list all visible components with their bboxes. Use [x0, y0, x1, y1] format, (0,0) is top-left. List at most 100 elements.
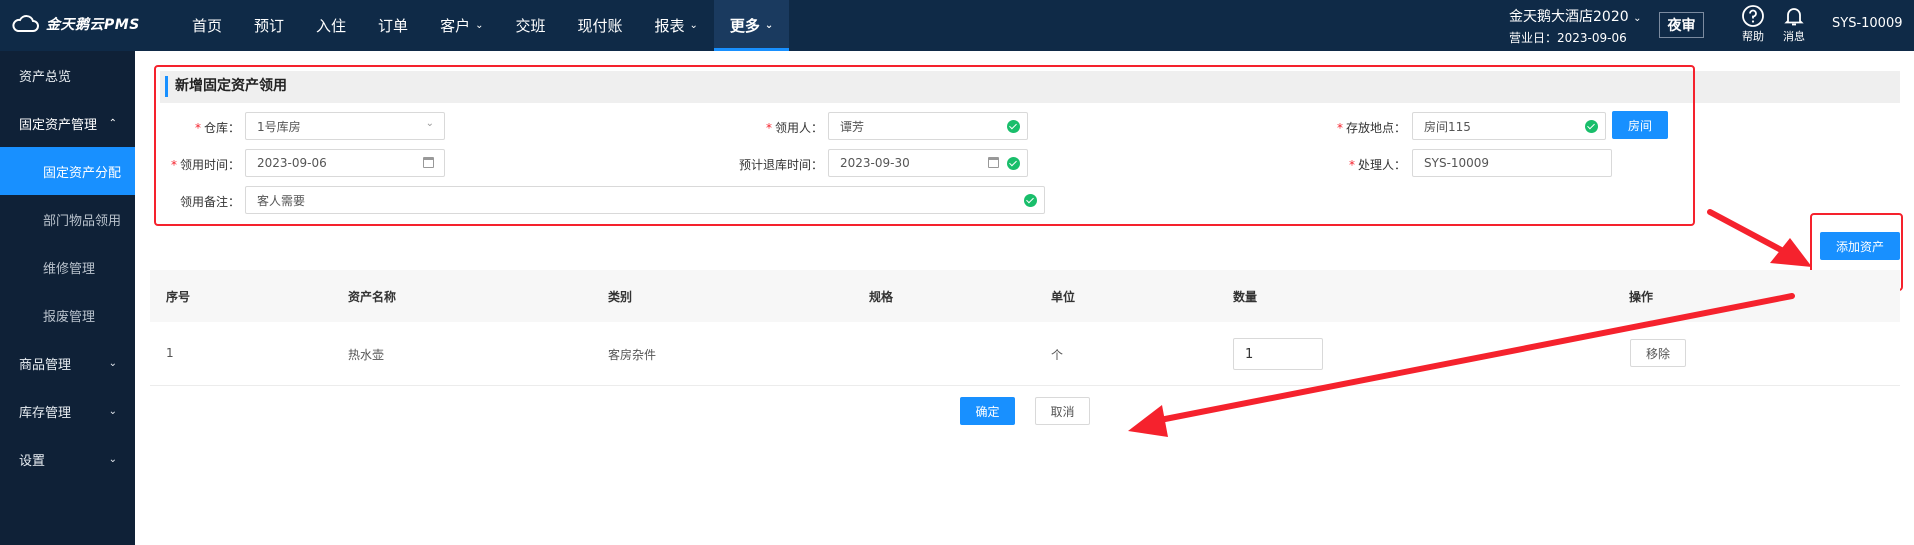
- add-asset-button[interactable]: 添加资产: [1820, 232, 1900, 260]
- location-label: * 存放地点：: [1318, 119, 1406, 136]
- warehouse-select[interactable]: 1号库房 ⌄: [245, 112, 445, 140]
- sidebar-item-scrap[interactable]: 报废管理: [0, 291, 135, 339]
- sidebar-item-inventory[interactable]: 库存管理 ⌄: [0, 387, 135, 435]
- row-divider: [150, 385, 1900, 386]
- required-mark: *: [170, 158, 177, 172]
- cancel-button[interactable]: 取消: [1035, 397, 1090, 425]
- night-audit-button[interactable]: 夜审: [1659, 12, 1704, 38]
- check-circle-icon: [1007, 157, 1020, 170]
- required-mark: *: [194, 121, 201, 135]
- location-label-text: 存放地点：: [1345, 121, 1406, 135]
- cell-category: 客房杂件: [608, 348, 657, 362]
- handler-input[interactable]: SYS-10009: [1412, 149, 1612, 177]
- sidebar-item-asset-allocation[interactable]: 固定资产分配: [0, 147, 135, 195]
- logo[interactable]: 金天鹅云PMS: [10, 14, 140, 34]
- chevron-down-icon: ⌄: [1633, 13, 1642, 24]
- nav-cash-account[interactable]: 现付账: [561, 0, 638, 51]
- sidebar-item-label: 设置: [19, 453, 46, 469]
- remark-label-text: 领用备注：: [179, 195, 240, 209]
- help-button[interactable]: 帮助: [1741, 4, 1765, 44]
- col-quantity: 数量: [1233, 290, 1258, 304]
- cell-asset-name: 热水壶: [348, 348, 385, 362]
- sidebar-item-asset-overview[interactable]: 资产总览: [0, 51, 135, 99]
- location-input[interactable]: 房间115: [1412, 112, 1606, 140]
- sidebar-item-maintenance[interactable]: 维修管理: [0, 243, 135, 291]
- sidebar: 资产总览 固定资产管理 ⌃ 固定资产分配 部门物品领用 维修管理 报废管理 商品管…: [0, 51, 135, 545]
- handler-value: SYS-10009: [1424, 156, 1490, 170]
- hotel-name-text: 金天鹅大酒店2020: [1509, 9, 1629, 25]
- user-menu[interactable]: SYS-10009: [1832, 16, 1903, 31]
- col-spec: 规格: [869, 290, 894, 304]
- room-select-button[interactable]: 房间: [1612, 111, 1668, 139]
- nav-label: 首页: [192, 17, 223, 35]
- chevron-down-icon: ⌄: [475, 20, 484, 31]
- col-category: 类别: [608, 290, 633, 304]
- quantity-input[interactable]: 1: [1233, 338, 1323, 370]
- chevron-down-icon: ⌄: [108, 357, 117, 369]
- return-time-picker[interactable]: 2023-09-30: [828, 149, 1028, 177]
- hotel-name: 金天鹅大酒店2020 ⌄: [1509, 6, 1641, 26]
- check-circle-icon: [1024, 194, 1037, 207]
- sidebar-item-label: 固定资产管理: [19, 117, 98, 133]
- required-mark: *: [1336, 121, 1343, 135]
- hotel-selector[interactable]: 金天鹅大酒店2020 ⌄ 营业日：2023-09-06: [1509, 6, 1641, 46]
- nav-home[interactable]: 首页: [176, 0, 238, 51]
- col-no: 序号: [166, 290, 191, 304]
- required-mark: *: [1348, 158, 1355, 172]
- recipient-input[interactable]: 谭芳: [828, 112, 1028, 140]
- sidebar-item-label: 部门物品领用: [43, 213, 122, 229]
- handler-label-text: 处理人：: [1357, 158, 1406, 172]
- location-value: 房间115: [1424, 119, 1471, 134]
- nav-reports[interactable]: 报表 ⌄: [639, 0, 714, 51]
- return-time-label: 预计退库时间：: [733, 156, 823, 173]
- quantity-value: 1: [1245, 346, 1254, 362]
- sidebar-item-label: 商品管理: [19, 357, 72, 373]
- return-time-value: 2023-09-30: [840, 156, 910, 170]
- use-time-picker[interactable]: 2023-09-06: [245, 149, 445, 177]
- nav-label: 更多: [729, 17, 760, 35]
- check-circle-icon: [1007, 120, 1020, 133]
- remove-button[interactable]: 移除: [1630, 339, 1686, 367]
- logo-text: 金天鹅云PMS: [46, 17, 140, 33]
- chevron-down-icon: ⌄: [425, 118, 434, 129]
- recipient-label-text: 领用人：: [774, 121, 823, 135]
- chevron-down-icon: ⌄: [764, 20, 774, 31]
- remark-input[interactable]: 客人需要: [245, 186, 1045, 214]
- sidebar-item-settings[interactable]: 设置 ⌄: [0, 435, 135, 483]
- sidebar-item-dept-requisition[interactable]: 部门物品领用: [0, 195, 135, 243]
- nav-customers[interactable]: 客户 ⌄: [424, 0, 499, 51]
- nav-more[interactable]: 更多 ⌄: [713, 0, 790, 51]
- sidebar-item-label: 固定资产分配: [43, 165, 122, 181]
- nav-checkin[interactable]: 入住: [300, 0, 362, 51]
- warehouse-label: * 仓库：: [190, 119, 240, 136]
- nav-label: 订单: [378, 17, 409, 35]
- help-icon: [1742, 5, 1764, 27]
- cell-unit: 个: [1051, 348, 1064, 362]
- annotation-arrow-to-add-asset: [1707, 209, 1812, 267]
- main-nav: 首页 预订 入住 订单 客户 ⌄ 交班 现付账 报表 ⌄ 更多 ⌄: [176, 0, 790, 51]
- nav-label: 交班: [515, 17, 546, 35]
- use-time-label: * 领用时间：: [168, 156, 240, 173]
- sidebar-item-label: 库存管理: [19, 405, 72, 421]
- required-mark: *: [765, 121, 772, 135]
- messages-label: 消息: [1783, 30, 1805, 43]
- nav-label: 报表: [654, 17, 685, 35]
- sidebar-item-goods[interactable]: 商品管理 ⌄: [0, 339, 135, 387]
- use-time-value: 2023-09-06: [257, 156, 327, 170]
- handler-label: * 处理人：: [1338, 156, 1406, 173]
- recipient-value: 谭芳: [840, 119, 865, 134]
- cloud-logo-icon: [12, 15, 39, 32]
- section-header: [160, 71, 1900, 103]
- nav-orders[interactable]: 订单: [362, 0, 424, 51]
- nav-reservation[interactable]: 预订: [238, 0, 300, 51]
- confirm-button[interactable]: 确定: [960, 397, 1015, 425]
- nav-shift[interactable]: 交班: [499, 0, 561, 51]
- sidebar-item-fixed-assets[interactable]: 固定资产管理 ⌃: [0, 99, 135, 147]
- col-unit: 单位: [1051, 290, 1076, 304]
- sidebar-item-label: 维修管理: [43, 261, 96, 277]
- nav-label: 现付账: [577, 17, 623, 35]
- calendar-icon: [423, 157, 434, 168]
- messages-button[interactable]: 消息: [1782, 4, 1806, 44]
- check-circle-icon: [1585, 120, 1598, 133]
- recipient-label: * 领用人：: [758, 119, 823, 136]
